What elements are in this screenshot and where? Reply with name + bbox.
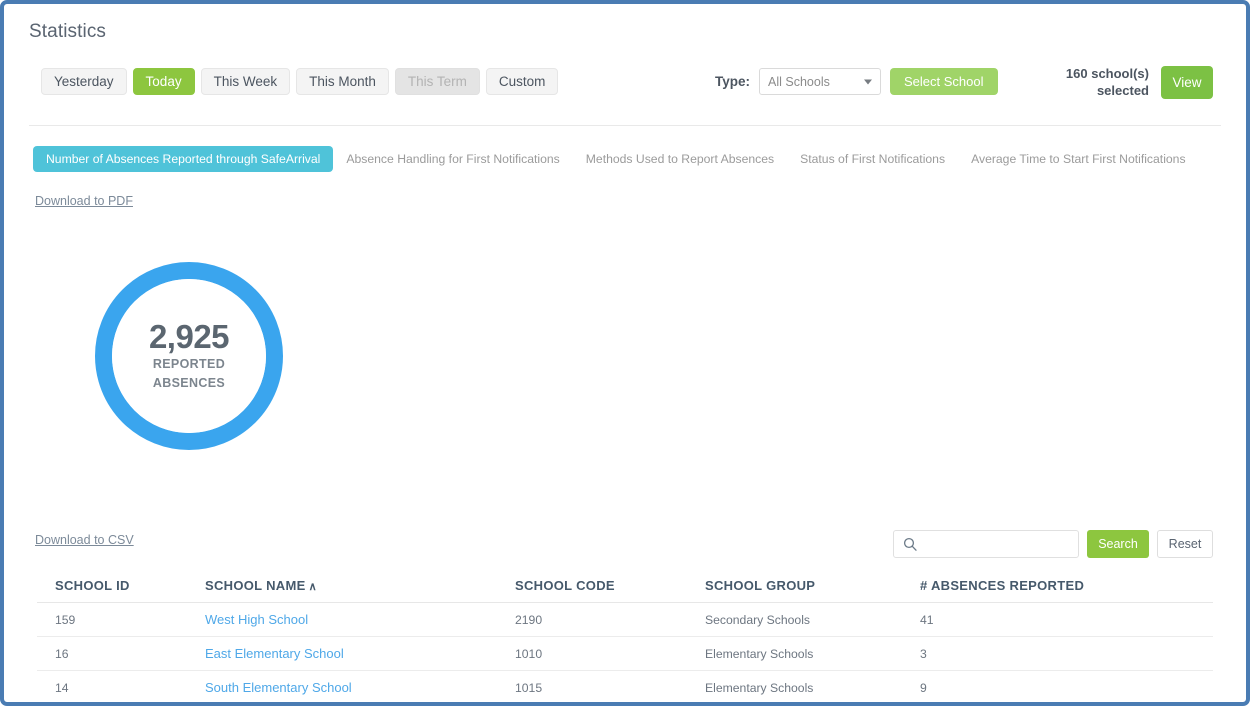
tab-methods-used-to-report-absences[interactable]: Methods Used to Report Absences [573,146,787,172]
chevron-down-icon [864,79,872,84]
app-window: Statistics Yesterday Today This Week Thi… [0,0,1250,706]
search-field-wrapper[interactable] [893,530,1079,558]
tab-absence-handling-first-notifications[interactable]: Absence Handling for First Notifications [333,146,572,172]
donut-label-line-1: REPORTED [153,355,225,374]
sort-ascending-icon: ∧ [309,580,317,593]
column-header-school-group-label: SCHOOL GROUP [705,578,815,593]
tab-status-of-first-notifications[interactable]: Status of First Notifications [787,146,958,172]
search-button[interactable]: Search [1087,530,1149,558]
table-row[interactable]: 159 West High School 2190 Secondary Scho… [37,603,1213,637]
tab-average-time-to-start-first-notifications[interactable]: Average Time to Start First Notification… [958,146,1199,172]
download-to-pdf-link[interactable]: Download to PDF [35,194,133,208]
type-filter-group: Type: All Schools Select School [715,68,998,95]
column-header-school-name-label: SCHOOL NAME [205,578,306,593]
column-header-school-id[interactable]: SCHOOL ID [37,569,187,603]
column-header-school-code[interactable]: SCHOOL CODE [497,569,687,603]
cell-absences-reported: 3 [902,637,1213,671]
column-header-school-group[interactable]: SCHOOL GROUP [687,569,902,603]
table-row[interactable]: 14 South Elementary School 1015 Elementa… [37,671,1213,699]
type-label: Type: [715,74,750,89]
type-select-value: All Schools [768,75,830,89]
cell-school-name[interactable]: East Elementary School [187,637,497,671]
donut-label-line-2: ABSENCES [153,374,225,393]
reported-absences-donut-chart: 2,925 REPORTED ABSENCES [95,262,283,450]
column-header-school-id-label: SCHOOL ID [55,578,130,593]
view-button[interactable]: View [1161,66,1213,99]
column-header-school-code-label: SCHOOL CODE [515,578,615,593]
school-name-link[interactable]: South Elementary School [205,680,352,695]
type-select[interactable]: All Schools [759,68,881,95]
statistics-panel: Statistics Yesterday Today This Week Thi… [8,8,1242,698]
cell-school-code: 1010 [497,637,687,671]
search-input[interactable] [924,536,1078,552]
date-range-today[interactable]: Today [133,68,195,95]
column-header-absences-reported-label: # ABSENCES REPORTED [920,578,1084,593]
cell-absences-reported: 9 [902,671,1213,699]
selected-schools-count: 160 school(s) selected [1053,65,1149,99]
date-range-filter-group: Yesterday Today This Week This Month Thi… [41,68,558,95]
school-name-link[interactable]: East Elementary School [205,646,344,661]
page-title: Statistics [29,21,106,43]
cell-school-name[interactable]: South Elementary School [187,671,497,699]
table-header-row: SCHOOL ID SCHOOL NAME∧ SCHOOL CODE SCHOO… [37,569,1213,603]
date-range-yesterday[interactable]: Yesterday [41,68,127,95]
cell-school-group: Secondary Schools [687,603,902,637]
cell-school-code: 2190 [497,603,687,637]
school-name-link[interactable]: West High School [205,612,308,627]
table-head: SCHOOL ID SCHOOL NAME∧ SCHOOL CODE SCHOO… [37,569,1213,603]
date-range-custom[interactable]: Custom [486,68,559,95]
donut-value: 2,925 [149,319,229,355]
cell-school-group: Elementary Schools [687,637,902,671]
column-header-absences-reported[interactable]: # ABSENCES REPORTED [902,569,1213,603]
table-search-group: Search Reset [893,530,1213,558]
schools-statistics-table: SCHOOL ID SCHOOL NAME∧ SCHOOL CODE SCHOO… [37,569,1213,698]
cell-absences-reported: 41 [902,603,1213,637]
date-range-this-month[interactable]: This Month [296,68,389,95]
search-icon [903,537,917,551]
date-range-this-term: This Term [395,68,480,95]
column-header-school-name[interactable]: SCHOOL NAME∧ [187,569,497,603]
select-school-button[interactable]: Select School [890,68,998,95]
donut-center-label: 2,925 REPORTED ABSENCES [112,279,266,433]
selection-summary-group: 160 school(s) selected View [1053,65,1213,99]
header-divider [29,125,1221,126]
tab-number-of-absences-reported[interactable]: Number of Absences Reported through Safe… [33,146,333,172]
cell-school-id: 16 [37,637,187,671]
download-to-csv-link[interactable]: Download to CSV [35,533,134,547]
date-range-this-week[interactable]: This Week [201,68,291,95]
cell-school-group: Elementary Schools [687,671,902,699]
table-body: 159 West High School 2190 Secondary Scho… [37,603,1213,699]
cell-school-name[interactable]: West High School [187,603,497,637]
cell-school-id: 159 [37,603,187,637]
cell-school-code: 1015 [497,671,687,699]
reset-button[interactable]: Reset [1157,530,1213,558]
report-tabs: Number of Absences Reported through Safe… [33,146,1199,172]
table-row[interactable]: 16 East Elementary School 1010 Elementar… [37,637,1213,671]
cell-school-id: 14 [37,671,187,699]
